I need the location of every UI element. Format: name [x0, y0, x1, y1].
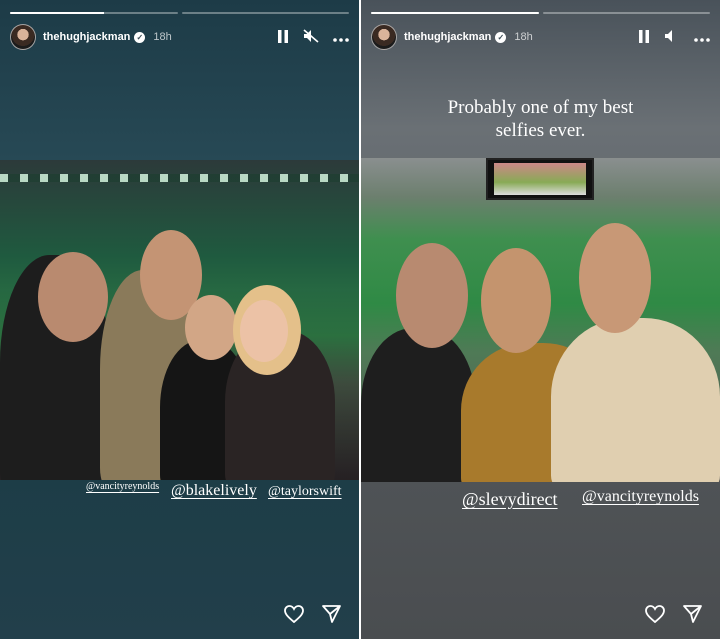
story-footer	[645, 605, 702, 623]
username[interactable]: thehughjackman	[404, 31, 491, 43]
verified-badge-icon: ✓	[134, 31, 146, 43]
story-photo[interactable]	[0, 160, 359, 480]
mention-tag[interactable]: @blakelively	[171, 482, 257, 500]
more-options-icon[interactable]	[694, 30, 710, 44]
mention-tag[interactable]: @vancityreynolds	[86, 481, 159, 492]
person-face	[396, 243, 468, 348]
stadium-screen	[486, 158, 594, 200]
story-photo[interactable]	[361, 158, 720, 482]
mention-tag[interactable]: @vancityreynolds	[582, 488, 699, 506]
stadium-lights	[0, 174, 359, 182]
story-header: thehughjackman ✓ 18h	[371, 24, 710, 50]
progress-fill	[371, 12, 539, 14]
send-icon[interactable]	[322, 605, 341, 623]
speaker-icon[interactable]	[664, 29, 680, 45]
person-face	[38, 252, 108, 342]
more-options-icon[interactable]	[333, 30, 349, 44]
person-face	[185, 295, 237, 360]
heart-icon[interactable]	[284, 605, 304, 623]
pause-icon[interactable]	[277, 29, 289, 45]
mention-tag[interactable]: @taylorswift	[268, 484, 342, 500]
progress-segment-1	[10, 12, 178, 14]
heart-icon[interactable]	[645, 605, 665, 623]
timestamp: 18h	[153, 31, 172, 43]
verified-badge-icon: ✓	[495, 31, 507, 43]
progress-segment-2	[181, 12, 349, 14]
progress-segment-1	[371, 12, 539, 14]
person-body	[361, 328, 476, 482]
person-body	[551, 318, 720, 482]
send-icon[interactable]	[683, 605, 702, 623]
muted-speaker-icon[interactable]	[303, 29, 319, 45]
person-face	[579, 223, 651, 333]
story-footer	[284, 605, 341, 623]
caption-line: selfies ever.	[495, 120, 586, 141]
story-caption: Probably one of my best selfies ever.	[361, 96, 720, 142]
timestamp: 18h	[514, 31, 533, 43]
mention-tag[interactable]: @slevydirect	[462, 489, 558, 510]
progress-segment-2	[542, 12, 710, 14]
story-progress	[371, 12, 710, 14]
story-panel-1[interactable]: thehughjackman ✓ 18h @vancityreynolds @b…	[0, 0, 359, 639]
avatar[interactable]	[10, 24, 36, 50]
story-header: thehughjackman ✓ 18h	[10, 24, 349, 50]
story-progress	[10, 12, 349, 14]
person-face	[240, 300, 288, 362]
progress-fill	[10, 12, 104, 14]
story-panel-2[interactable]: thehughjackman ✓ 18h Probably one of my …	[361, 0, 720, 639]
caption-line: Probably one of my best	[447, 97, 634, 118]
person-face	[481, 248, 551, 353]
avatar[interactable]	[371, 24, 397, 50]
username[interactable]: thehughjackman	[43, 31, 130, 43]
pause-icon[interactable]	[638, 29, 650, 45]
